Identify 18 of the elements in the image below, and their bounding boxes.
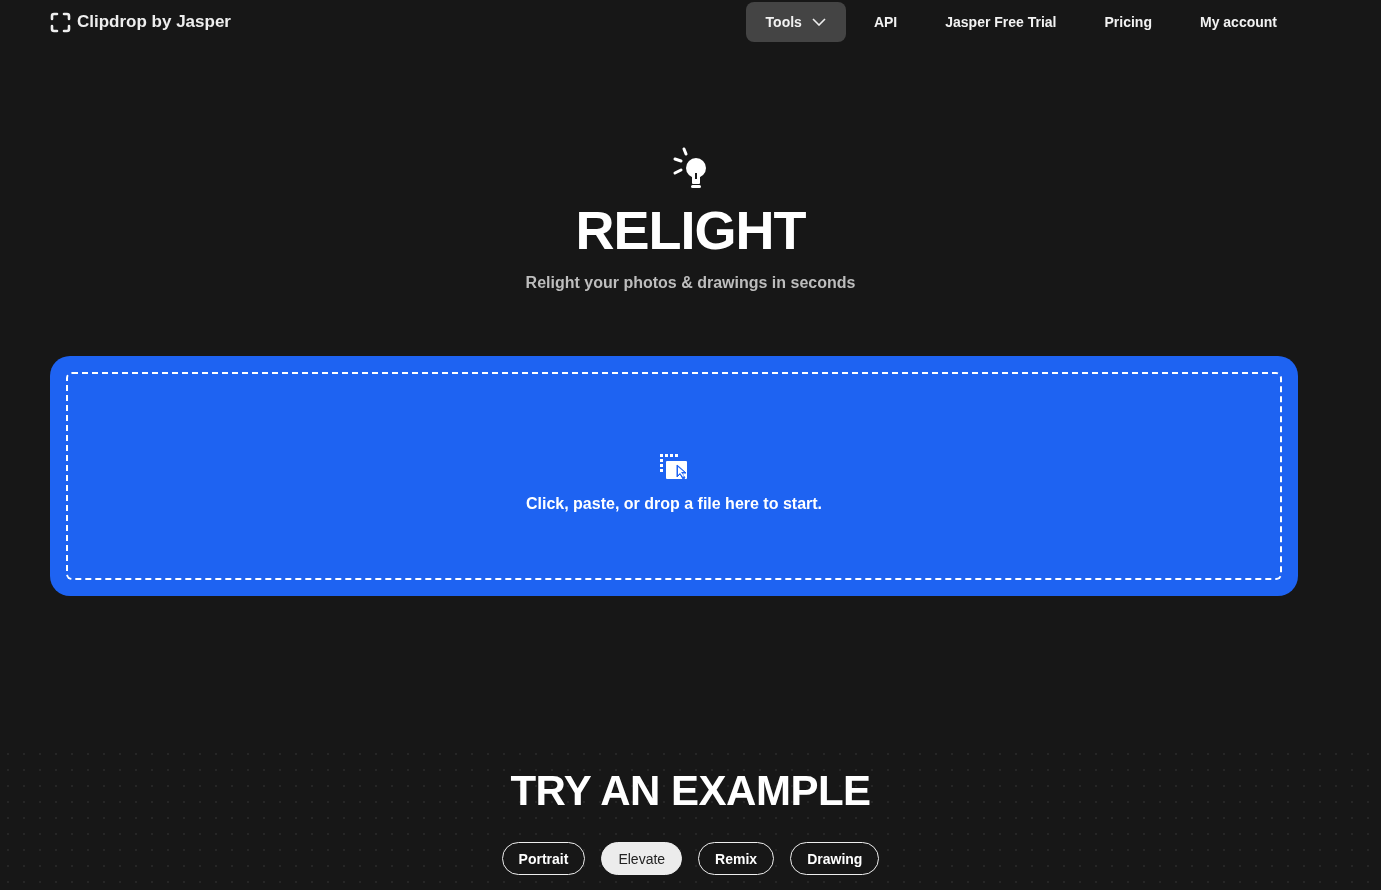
- nav-link[interactable]: Jasper Free Trial: [925, 2, 1077, 42]
- page-subtitle: Relight your photos & drawings in seconds: [525, 274, 856, 292]
- nav-link[interactable]: Pricing: [1084, 2, 1172, 42]
- example-chip[interactable]: Elevate: [601, 842, 683, 875]
- tools-menu-button[interactable]: Tools: [745, 2, 846, 42]
- brand-name[interactable]: Clipdrop by Jasper: [77, 12, 231, 32]
- logo-icon: [50, 11, 71, 33]
- example-chip[interactable]: Remix: [698, 842, 775, 875]
- nav-link[interactable]: API: [853, 2, 918, 42]
- section-title: TRY AN EXAMPLE: [510, 766, 871, 816]
- example-chip[interactable]: Drawing: [790, 842, 880, 875]
- page-title: RELIGHT: [575, 200, 806, 260]
- drop-instructions: Click, paste, or drop a file here to start.: [525, 495, 823, 513]
- file-drop-zone[interactable]: Click, paste, or drop a file here to start.: [50, 356, 1298, 596]
- chevron-down-icon: [811, 18, 826, 26]
- nav-link[interactable]: My account: [1180, 2, 1297, 42]
- example-chip[interactable]: Portrait: [501, 842, 586, 875]
- upload-file-icon: [659, 453, 689, 481]
